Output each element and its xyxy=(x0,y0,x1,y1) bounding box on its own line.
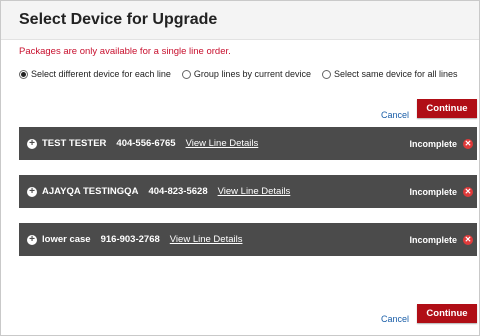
cancel-link-top[interactable]: Cancel xyxy=(381,110,409,120)
line-phone: 404-823-5628 xyxy=(148,186,208,197)
line-panel[interactable]: + TEST TESTER 404-556-6765 View Line Det… xyxy=(19,127,477,160)
line-status: Incomplete xyxy=(409,234,457,245)
radio-label: Select same device for all lines xyxy=(333,69,458,79)
line-panel[interactable]: + lower case 916-903-2768 View Line Deta… xyxy=(19,223,477,256)
line-name: TEST TESTER xyxy=(42,138,107,149)
error-x-icon: ✕ xyxy=(463,138,473,149)
radio-different-device[interactable]: Select different device for each line xyxy=(19,69,171,79)
expand-plus-icon[interactable]: + xyxy=(27,234,37,245)
continue-button-top[interactable]: Continue xyxy=(417,99,477,118)
radio-unselected-icon[interactable] xyxy=(321,69,331,79)
view-line-details-link[interactable]: View Line Details xyxy=(186,138,259,149)
radio-unselected-icon[interactable] xyxy=(181,69,191,79)
line-name: lower case xyxy=(42,234,91,245)
view-line-details-link[interactable]: View Line Details xyxy=(170,234,243,245)
radio-label: Group lines by current device xyxy=(193,69,311,79)
expand-plus-icon[interactable]: + xyxy=(27,186,37,197)
view-line-details-link[interactable]: View Line Details xyxy=(218,186,291,197)
grouping-radio-group: Select different device for each line Gr… xyxy=(19,69,458,79)
error-x-icon: ✕ xyxy=(463,186,473,197)
cancel-link-bottom[interactable]: Cancel xyxy=(381,314,409,324)
radio-selected-icon[interactable] xyxy=(19,69,28,79)
line-name: AJAYQA TESTINGQA xyxy=(42,186,139,197)
radio-group-by-device[interactable]: Group lines by current device xyxy=(181,69,311,79)
radio-same-device[interactable]: Select same device for all lines xyxy=(321,69,458,79)
line-panel[interactable]: + AJAYQA TESTINGQA 404-823-5628 View Lin… xyxy=(19,175,477,208)
line-status: Incomplete xyxy=(409,186,457,197)
dialog-header: Select Device for Upgrade xyxy=(1,1,479,40)
expand-plus-icon[interactable]: + xyxy=(27,138,37,149)
radio-label: Select different device for each line xyxy=(31,69,171,79)
dialog-title: Select Device for Upgrade xyxy=(19,11,218,28)
single-line-warning: Packages are only available for a single… xyxy=(19,46,231,57)
line-phone: 916-903-2768 xyxy=(100,234,160,245)
continue-button-bottom[interactable]: Continue xyxy=(417,304,477,323)
line-status: Incomplete xyxy=(409,138,457,149)
error-x-icon: ✕ xyxy=(463,234,473,245)
line-phone: 404-556-6765 xyxy=(116,138,176,149)
upgrade-dialog: Select Device for Upgrade Packages are o… xyxy=(0,0,480,336)
